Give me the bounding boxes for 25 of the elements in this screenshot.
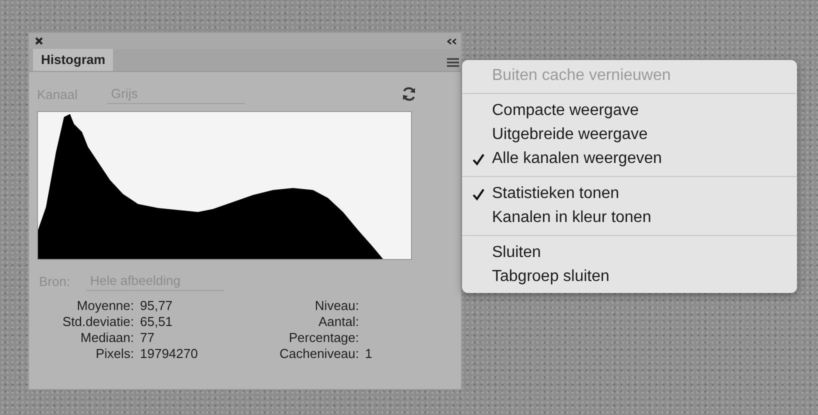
stat-label: Moyenne:	[76, 298, 135, 313]
stat-label: Mediaan:	[80, 330, 135, 345]
stat-label: Pixels:	[94, 346, 135, 361]
menu-item[interactable]: Uitgebreide weergave	[462, 123, 797, 147]
stat-value: 1	[365, 346, 374, 361]
close-icon[interactable]	[35, 37, 43, 45]
stat-label: Aantal:	[318, 314, 360, 329]
collapse-icon[interactable]	[447, 38, 457, 44]
stat-value: 65,51	[140, 314, 174, 329]
stat-value: 77	[140, 330, 156, 345]
stat-label: Percentage:	[288, 330, 360, 345]
refresh-icon[interactable]	[401, 86, 417, 102]
stat-label: Std.deviatie:	[61, 314, 135, 329]
stat-label: Cacheniveau:	[278, 346, 360, 361]
stat-value: 19794270	[140, 346, 199, 361]
histogram-tab[interactable]: Histogram	[33, 49, 114, 71]
menu-icon[interactable]	[447, 58, 459, 67]
menu-item[interactable]: Kanalen in kleur tonen	[462, 206, 797, 230]
menu-item[interactable]: Alle kanalen weergeven	[462, 147, 797, 171]
menu-item[interactable]: Sluiten	[462, 241, 797, 265]
stat-value: 95,77	[140, 298, 174, 313]
stat-label: Niveau:	[314, 298, 360, 313]
menu-item[interactable]: Statistieken tonen	[462, 182, 797, 206]
menu-item[interactable]: Compacte weergave	[462, 99, 797, 123]
menu-item[interactable]: Tabgroep sluiten	[462, 265, 797, 289]
